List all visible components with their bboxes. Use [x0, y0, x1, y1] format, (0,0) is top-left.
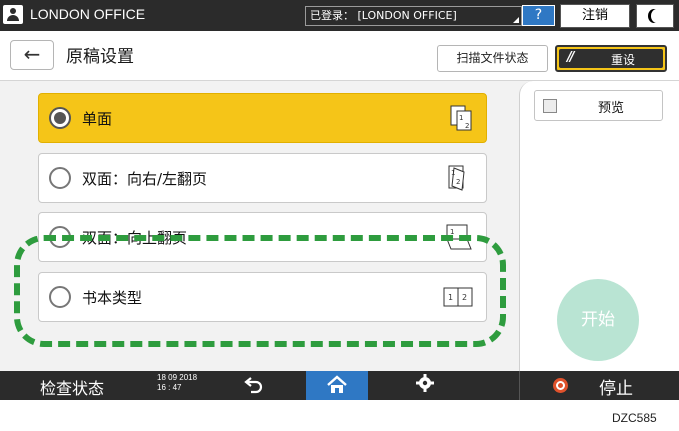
option-two-sided-top[interactable]: 双面：向上翻页 1 — [38, 212, 487, 262]
return-arrow-icon — [244, 377, 263, 394]
one-sided-icon: 1 2 — [450, 105, 472, 131]
date-text: 18 09 2018 — [157, 373, 198, 382]
radio-button[interactable] — [49, 167, 71, 189]
option-label: 双面：向右/左翻页 — [82, 170, 208, 188]
page-header: ← 原稿设置 扫描文件状态 // 重设 — [0, 31, 679, 81]
energy-saver-button[interactable] — [636, 4, 674, 28]
return-button[interactable] — [243, 373, 265, 400]
bottom-bar: 检查状态 18 09 2018 16 : 47 停止 — [0, 371, 679, 400]
stop-label: 停止 — [599, 379, 633, 399]
two-sided-left-right-icon: 1 2 — [448, 165, 465, 191]
top-status-bar: LONDON OFFICE 已登录： [LONDON OFFICE] ? 注销 — [0, 0, 679, 31]
svg-text:2: 2 — [465, 122, 469, 130]
option-label: 书本类型 — [82, 289, 143, 307]
logout-button[interactable]: 注销 — [560, 4, 630, 28]
time-text: 16 : 47 — [157, 383, 182, 392]
reset-button[interactable]: // 重设 — [555, 45, 667, 72]
option-label: 单面 — [82, 110, 113, 128]
clock: 18 09 2018 16 : 47 — [157, 373, 197, 393]
option-one-sided[interactable]: 单面 1 2 — [38, 93, 487, 143]
home-button[interactable] — [306, 371, 368, 400]
stop-button[interactable]: 停止 — [519, 371, 679, 400]
preview-toggle[interactable]: 预览 — [534, 90, 663, 121]
page-title: 原稿设置 — [66, 47, 134, 67]
option-two-sided-left-right[interactable]: 双面：向右/左翻页 1 2 — [38, 153, 487, 203]
preview-label: 预览 — [598, 101, 625, 116]
login-status-field[interactable]: 已登录： [LONDON OFFICE] — [305, 6, 522, 26]
start-button[interactable]: 开始 — [557, 279, 639, 361]
option-label: 双面：向上翻页 — [82, 229, 188, 247]
reset-slash-icon: // — [567, 50, 574, 65]
svg-text:1: 1 — [448, 293, 453, 302]
moon-icon — [651, 9, 663, 23]
help-button[interactable]: ? — [522, 5, 555, 26]
stop-icon — [553, 378, 568, 393]
svg-text:2: 2 — [462, 293, 467, 302]
reset-label: 重设 — [611, 53, 636, 67]
scan-status-button[interactable]: 扫描文件状态 — [437, 45, 548, 72]
svg-text:1: 1 — [450, 228, 454, 236]
radio-button[interactable] — [49, 226, 71, 248]
gear-icon — [416, 374, 434, 392]
user-icon — [3, 5, 23, 24]
expand-corner-icon — [513, 17, 519, 23]
svg-text:1: 1 — [451, 169, 455, 177]
home-icon — [327, 375, 347, 393]
svg-text:2: 2 — [456, 178, 460, 186]
check-status-button[interactable]: 检查状态 — [40, 375, 104, 399]
back-arrow-icon: ← — [23, 42, 41, 66]
option-book-type[interactable]: 书本类型 1 2 — [38, 272, 487, 322]
screen: LONDON OFFICE 已登录： [LONDON OFFICE] ? 注销 … — [0, 0, 679, 400]
office-name: LONDON OFFICE — [30, 6, 146, 22]
login-status-text: 已登录： [LONDON OFFICE] — [310, 9, 457, 22]
book-type-icon: 1 2 — [443, 287, 473, 307]
figure-code: DZC585 — [612, 411, 657, 425]
radio-button[interactable] — [49, 107, 71, 129]
two-sided-top-icon: 1 — [446, 224, 472, 250]
svg-text:1: 1 — [459, 114, 463, 122]
preview-checkbox[interactable] — [543, 99, 557, 113]
radio-button[interactable] — [49, 286, 71, 308]
settings-button[interactable] — [415, 373, 435, 398]
back-button[interactable]: ← — [10, 40, 54, 70]
